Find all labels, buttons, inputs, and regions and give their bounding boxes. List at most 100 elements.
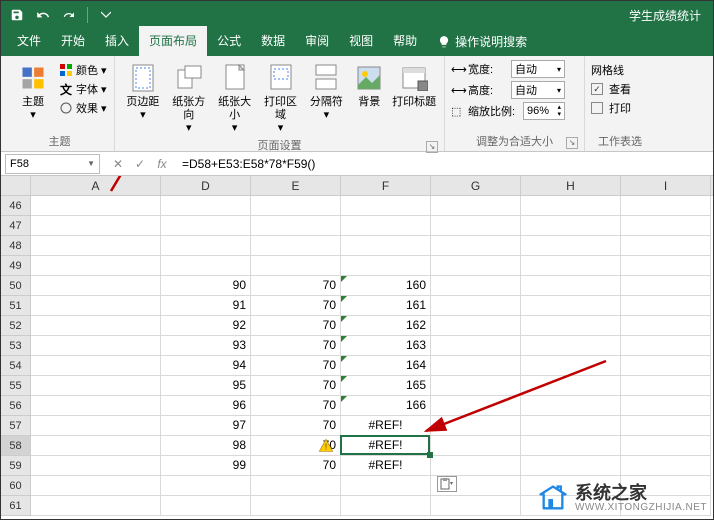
tab-data[interactable]: 数据: [251, 26, 295, 56]
cell[interactable]: 161: [341, 296, 431, 316]
cell[interactable]: [251, 496, 341, 516]
cell[interactable]: 95: [161, 376, 251, 396]
cell[interactable]: [341, 216, 431, 236]
cell[interactable]: [431, 276, 521, 296]
cell[interactable]: [31, 256, 161, 276]
cell[interactable]: [161, 216, 251, 236]
themes-button[interactable]: 主题▾: [11, 60, 55, 122]
insert-function-button[interactable]: fx: [154, 157, 170, 171]
name-box[interactable]: F58▼: [5, 154, 100, 174]
cell[interactable]: #REF!: [341, 416, 431, 436]
cell[interactable]: [521, 236, 621, 256]
fonts-button[interactable]: 文字体 ▾: [59, 81, 107, 97]
cell[interactable]: [521, 436, 621, 456]
cell[interactable]: [31, 476, 161, 496]
cell[interactable]: [621, 296, 711, 316]
cell[interactable]: [341, 196, 431, 216]
cell[interactable]: [251, 256, 341, 276]
cell[interactable]: [621, 436, 711, 456]
cell[interactable]: [621, 356, 711, 376]
cell[interactable]: [621, 236, 711, 256]
cell[interactable]: 162: [341, 316, 431, 336]
cell[interactable]: 92: [161, 316, 251, 336]
page-setup-dialog-launcher[interactable]: ↘: [426, 141, 438, 153]
cell[interactable]: [431, 236, 521, 256]
cell[interactable]: [521, 296, 621, 316]
cell[interactable]: [431, 436, 521, 456]
cell[interactable]: [251, 216, 341, 236]
tab-view[interactable]: 视图: [339, 26, 383, 56]
cell[interactable]: #REF!: [341, 456, 431, 476]
cell[interactable]: [31, 196, 161, 216]
row-header[interactable]: 48: [1, 236, 31, 256]
cell[interactable]: [521, 336, 621, 356]
cell[interactable]: [621, 256, 711, 276]
select-all-button[interactable]: [1, 176, 31, 195]
cell[interactable]: [31, 336, 161, 356]
cell[interactable]: [521, 396, 621, 416]
cell[interactable]: [621, 276, 711, 296]
qat-customize-button[interactable]: [96, 5, 116, 25]
cell[interactable]: [31, 296, 161, 316]
undo-button[interactable]: [33, 5, 53, 25]
cell[interactable]: 99: [161, 456, 251, 476]
cell[interactable]: [31, 496, 161, 516]
scale-input[interactable]: 96%▴▾: [523, 102, 565, 120]
cell[interactable]: [431, 316, 521, 336]
tell-me-search[interactable]: 操作说明搜索: [427, 33, 537, 56]
enter-formula-button[interactable]: ✓: [132, 157, 148, 171]
cell[interactable]: [621, 196, 711, 216]
cell[interactable]: 70: [251, 276, 341, 296]
cell[interactable]: 70: [251, 376, 341, 396]
col-header-A[interactable]: A: [31, 176, 161, 195]
row-header[interactable]: 47: [1, 216, 31, 236]
row-header[interactable]: 51: [1, 296, 31, 316]
col-header-G[interactable]: G: [431, 176, 521, 195]
row-header[interactable]: 55: [1, 376, 31, 396]
cell[interactable]: [251, 236, 341, 256]
cell[interactable]: 90: [161, 276, 251, 296]
orientation-button[interactable]: 纸张方向▾: [167, 60, 211, 135]
row-header[interactable]: 52: [1, 316, 31, 336]
cell[interactable]: [251, 196, 341, 216]
row-header[interactable]: 53: [1, 336, 31, 356]
cell[interactable]: [621, 316, 711, 336]
col-header-E[interactable]: E: [251, 176, 341, 195]
save-button[interactable]: [7, 5, 27, 25]
cell[interactable]: [341, 496, 431, 516]
row-header[interactable]: 60: [1, 476, 31, 496]
cell[interactable]: 166: [341, 396, 431, 416]
cell[interactable]: [161, 196, 251, 216]
cell[interactable]: [251, 476, 341, 496]
cell[interactable]: 94: [161, 356, 251, 376]
cell[interactable]: [31, 316, 161, 336]
gridlines-print-checkbox[interactable]: 打印: [591, 100, 631, 116]
size-button[interactable]: 纸张大小▾: [213, 60, 257, 135]
cell[interactable]: [431, 256, 521, 276]
cell[interactable]: 93: [161, 336, 251, 356]
cell[interactable]: [31, 376, 161, 396]
row-header[interactable]: 57: [1, 416, 31, 436]
cell[interactable]: [31, 416, 161, 436]
cell[interactable]: [521, 356, 621, 376]
cell[interactable]: [431, 356, 521, 376]
row-header[interactable]: 61: [1, 496, 31, 516]
cell[interactable]: 165: [341, 376, 431, 396]
cell[interactable]: [621, 416, 711, 436]
tab-file[interactable]: 文件: [7, 26, 51, 56]
margins-button[interactable]: 页边距▾: [121, 60, 165, 122]
cell[interactable]: 70: [251, 456, 341, 476]
tab-home[interactable]: 开始: [51, 26, 95, 56]
cell[interactable]: [431, 416, 521, 436]
cell[interactable]: #REF!: [341, 436, 431, 456]
cells-grid[interactable]: 9070160917016192701629370163947016495701…: [31, 196, 711, 516]
cell[interactable]: 70: [251, 356, 341, 376]
cell[interactable]: [431, 496, 521, 516]
cell[interactable]: [431, 216, 521, 236]
tab-formulas[interactable]: 公式: [207, 26, 251, 56]
cell[interactable]: 70: [251, 336, 341, 356]
cell[interactable]: [161, 476, 251, 496]
cell[interactable]: [341, 256, 431, 276]
row-header[interactable]: 54: [1, 356, 31, 376]
col-header-F[interactable]: F: [341, 176, 431, 195]
